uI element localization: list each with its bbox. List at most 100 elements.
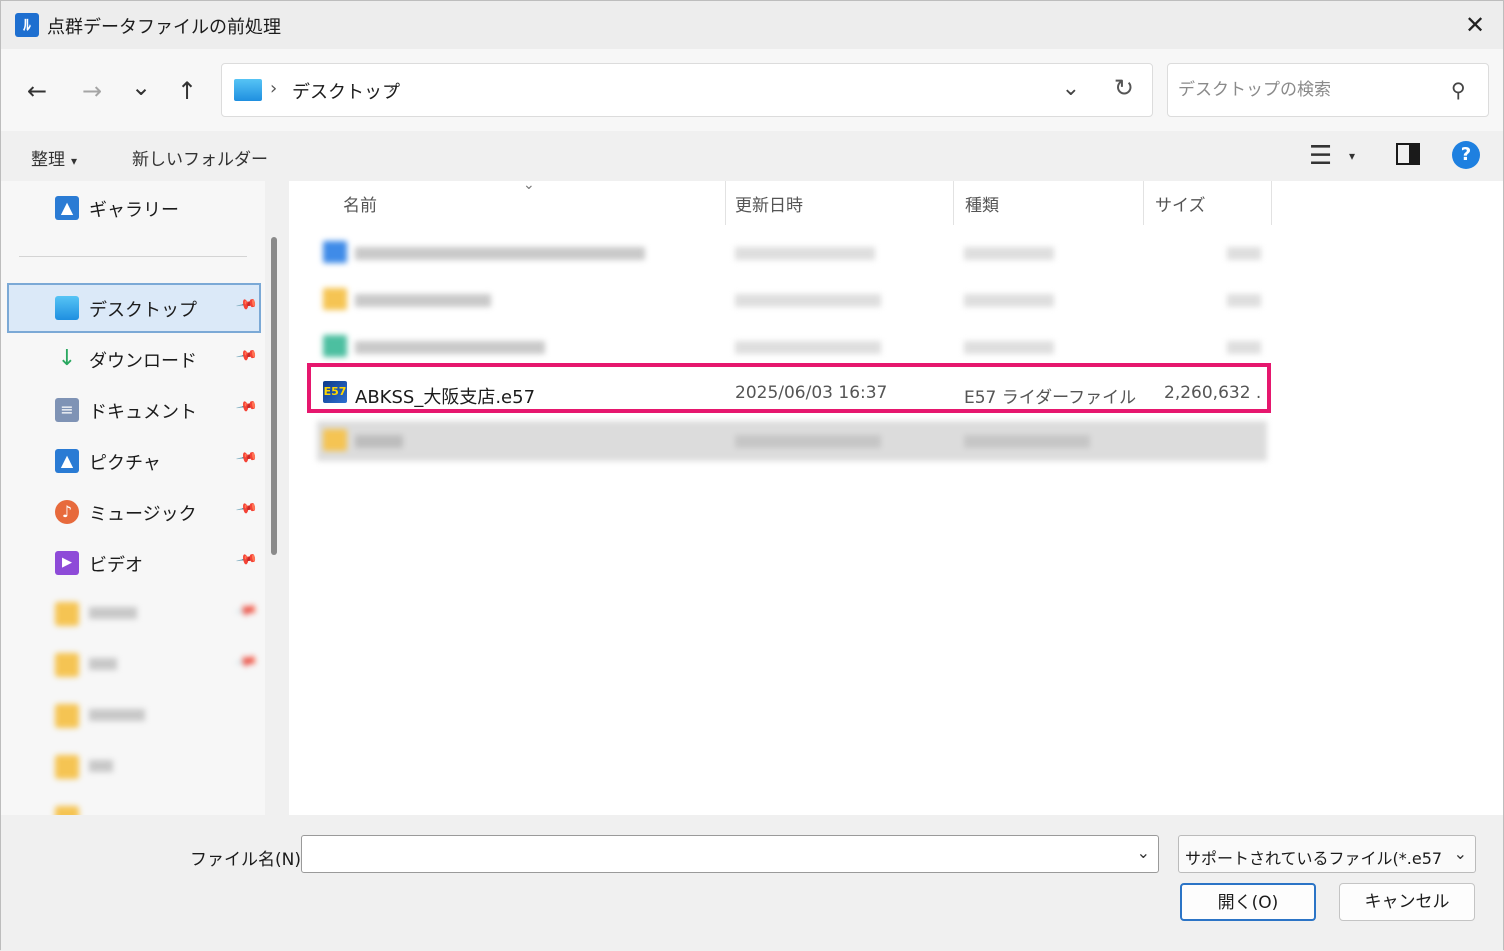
search-input[interactable]	[1178, 76, 1438, 104]
sidebar-item-label: ギャラリー	[89, 200, 179, 221]
column-divider[interactable]	[1271, 181, 1272, 225]
redacted-name	[355, 435, 403, 448]
column-divider[interactable]	[1143, 181, 1144, 225]
sort-descending-icon: ⌄	[523, 177, 535, 193]
file-row[interactable]: E57 ABKSS_大阪支店.e57 2025/06/03 16:37 E57 …	[317, 373, 1267, 413]
file-type-filter-label: サポートされているファイル(*.e57;*.hs	[1185, 849, 1443, 868]
file-type-filter[interactable]: サポートされているファイル(*.e57;*.hs ⌄	[1178, 835, 1476, 873]
file-row-blurred[interactable]	[317, 421, 1267, 461]
redacted-label	[89, 607, 137, 619]
file-name: ABKSS_大阪支店.e57	[355, 387, 536, 408]
breadcrumb-separator[interactable]: ›	[270, 78, 277, 99]
address-dropdown-icon[interactable]: ⌄	[1062, 76, 1080, 101]
redacted-date	[735, 341, 881, 354]
sidebar-item-label: ミュージック	[89, 504, 197, 525]
organize-label: 整理	[31, 150, 65, 170]
sidebar-item-blurred-folder[interactable]	[7, 793, 261, 815]
redacted-label	[89, 709, 145, 721]
folder-icon	[55, 653, 79, 677]
forward-button[interactable]: →	[74, 73, 110, 109]
column-header-type[interactable]: 種類	[965, 191, 999, 216]
gallery-icon: ▲	[55, 196, 79, 220]
sidebar-item-desktop[interactable]: デスクトップ 📌	[7, 283, 261, 333]
folder-shortcut-icon	[323, 288, 347, 310]
file-type: E57 ライダーファイル	[964, 388, 1137, 408]
redacted-size	[1227, 247, 1261, 260]
sidebar-item-downloads[interactable]: ↓ ダウンロード 📌	[7, 334, 261, 384]
file-modified: 2025/06/03 16:37	[735, 383, 888, 403]
document-icon: ≡	[55, 398, 79, 422]
filename-combobox[interactable]: ⌄	[301, 835, 1159, 873]
download-icon: ↓	[57, 346, 77, 371]
chevron-down-icon[interactable]: ▾	[1349, 149, 1355, 163]
new-folder-button[interactable]: 新しいフォルダー	[132, 145, 268, 170]
refresh-icon[interactable]: ↻	[1114, 74, 1134, 102]
sidebar-item-gallery[interactable]: ▲ ギャラリー	[7, 183, 261, 233]
sidebar-item-pictures[interactable]: ▲ ピクチャ 📌	[7, 436, 261, 486]
pin-icon[interactable]: 📌	[235, 395, 258, 418]
sidebar-item-blurred-folder[interactable]: 📌	[7, 640, 261, 690]
column-header-modified[interactable]: 更新日時	[735, 191, 803, 216]
column-divider[interactable]	[953, 181, 954, 225]
chevron-down-icon: ▾	[71, 154, 78, 168]
help-icon[interactable]: ?	[1452, 141, 1480, 169]
back-button[interactable]: ←	[19, 73, 55, 109]
folder-icon	[323, 429, 347, 451]
folder-icon	[55, 704, 79, 728]
sidebar-item-label: ビデオ	[89, 555, 143, 576]
redacted-label	[89, 658, 117, 670]
file-row-blurred[interactable]	[317, 233, 1267, 273]
title-bar: ﾙ 点群データファイルの前処理 ✕	[1, 1, 1503, 49]
pin-icon[interactable]: 📌	[235, 293, 258, 316]
sidebar-item-blurred-folder[interactable]	[7, 691, 261, 741]
sidebar-item-documents[interactable]: ≡ ドキュメント 📌	[7, 385, 261, 435]
breadcrumb-desktop[interactable]: デスクトップ	[292, 78, 400, 104]
file-row-blurred[interactable]	[317, 280, 1267, 320]
redacted-name	[355, 247, 645, 260]
pin-icon[interactable]: 📌	[235, 446, 258, 469]
view-options-icon[interactable]: ☰	[1309, 141, 1332, 171]
sidebar-item-music[interactable]: ♪ ミュージック 📌	[7, 487, 261, 537]
chevron-down-icon[interactable]: ⌄	[1454, 844, 1467, 863]
file-size: 2,260,632 ...	[1164, 383, 1260, 403]
sidebar-item-blurred-folder[interactable]	[7, 742, 261, 792]
cancel-button[interactable]: キャンセル	[1339, 883, 1475, 921]
pin-icon[interactable]: 📌	[235, 599, 258, 622]
chevron-down-icon[interactable]: ⌄	[1137, 843, 1150, 862]
shortcut-icon	[323, 241, 347, 263]
column-header-name[interactable]: 名前	[343, 191, 377, 216]
open-button[interactable]: 開く(O)	[1180, 883, 1316, 921]
redacted-type	[964, 294, 1054, 307]
pin-icon[interactable]: 📌	[235, 548, 258, 571]
recent-locations-button[interactable]: ⌄	[123, 69, 159, 105]
breadcrumb-separator[interactable]: ›	[388, 78, 395, 99]
search-box[interactable]: ⚲	[1167, 63, 1489, 117]
redacted-date	[735, 435, 881, 448]
address-bar[interactable]: › デスクトップ › ⌄ ↻	[221, 63, 1153, 117]
file-row-blurred[interactable]	[317, 327, 1267, 367]
sidebar-item-blurred-folder[interactable]: 📌	[7, 589, 261, 639]
desktop-folder-icon	[234, 79, 262, 101]
search-icon[interactable]: ⚲	[1451, 78, 1466, 102]
column-divider[interactable]	[725, 181, 726, 225]
sidebar-item-label: ドキュメント	[89, 402, 197, 423]
close-button[interactable]: ✕	[1447, 1, 1503, 49]
pin-icon[interactable]: 📌	[235, 650, 258, 673]
preview-pane-icon[interactable]	[1396, 143, 1420, 165]
up-button[interactable]: ↑	[169, 73, 205, 109]
sidebar-item-label: デスクトップ	[89, 300, 197, 321]
organize-button[interactable]: 整理 ▾	[31, 145, 77, 170]
folder-icon	[55, 602, 79, 626]
file-list: ⌄ 名前 更新日時 種類 サイズ E57 ABKSS_大阪支店.e57 2025…	[289, 177, 1503, 815]
pin-icon[interactable]: 📌	[235, 497, 258, 520]
redacted-name	[355, 294, 491, 307]
sidebar-item-videos[interactable]: ▶ ビデオ 📌	[7, 538, 261, 588]
redacted-size	[1227, 341, 1261, 354]
column-header-size[interactable]: サイズ	[1155, 191, 1206, 216]
e57-file-icon: E57	[323, 381, 347, 403]
sidebar-scrollbar[interactable]	[271, 237, 277, 555]
shortcut-icon	[323, 335, 347, 357]
pin-icon[interactable]: 📌	[235, 344, 258, 367]
pictures-icon: ▲	[55, 449, 79, 473]
filename-input[interactable]	[308, 842, 1108, 868]
